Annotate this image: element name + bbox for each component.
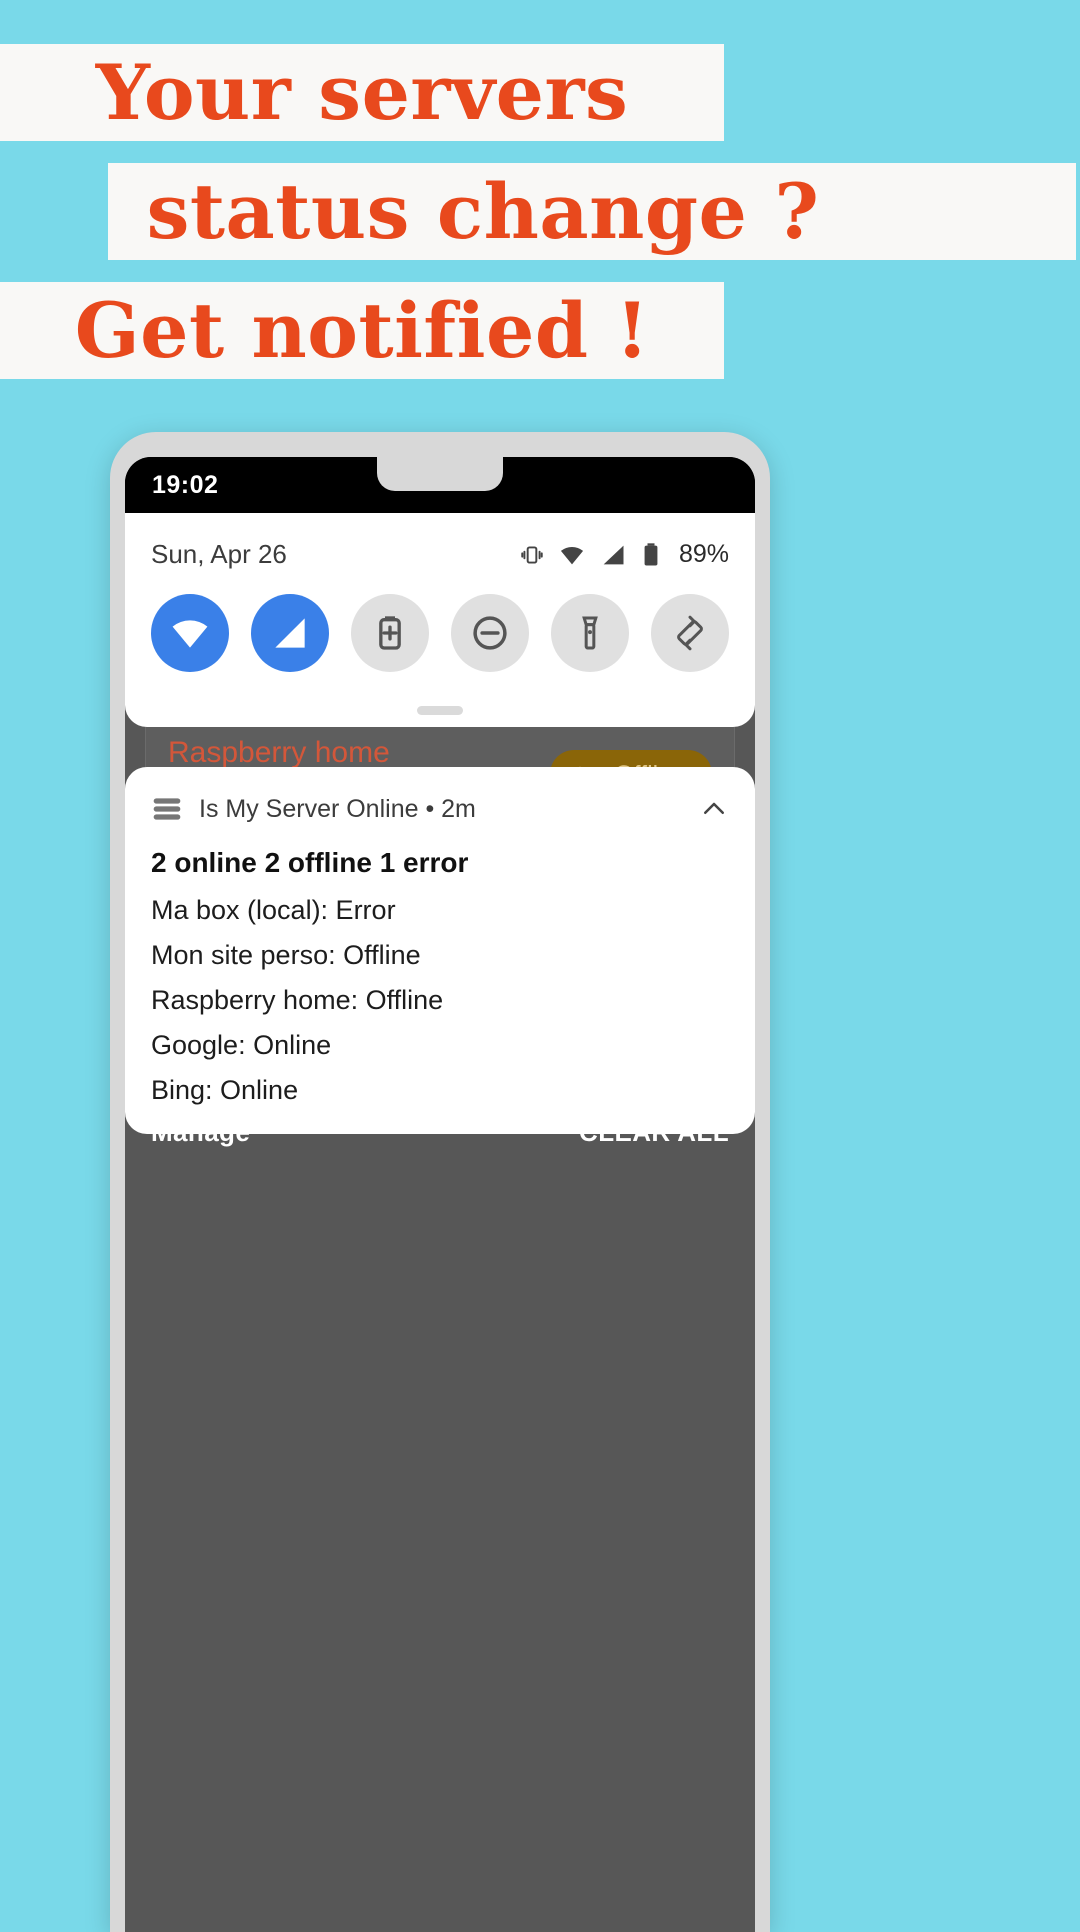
notification-line: Google: Online: [151, 1030, 332, 1060]
rotate-icon: [677, 615, 703, 651]
quick-settings-tiles: [125, 570, 755, 672]
chevron-up-icon[interactable]: [699, 794, 729, 824]
notification-header: Is My Server Online • 2m: [151, 793, 729, 825]
notification-app-name: Is My Server Online • 2m: [199, 794, 476, 823]
wifi-icon: [172, 620, 208, 648]
notification-title: 2 online 2 offline 1 error: [151, 847, 469, 878]
battery-percent-label: 89%: [678, 540, 729, 568]
headline-banner-3: Get notified !: [0, 282, 724, 379]
manage-button[interactable]: Manage: [151, 1117, 250, 1148]
flashlight-tile[interactable]: [551, 594, 629, 672]
mobile-data-tile[interactable]: [251, 594, 329, 672]
battery-saver-tile[interactable]: [351, 594, 429, 672]
battery-icon: [644, 542, 658, 565]
notification-line: Bing: Online: [151, 1075, 299, 1105]
shade-actions: Manage CLEAR ALL: [125, 1117, 755, 1148]
headline-block: Your servers status change ? Get notifie…: [0, 0, 1080, 379]
notification-line: Ma box (local): Error: [151, 895, 396, 925]
wifi-icon: [560, 546, 584, 564]
quick-settings-date: Sun, Apr 26: [151, 539, 287, 569]
notification-card[interactable]: Is My Server Online • 2m 2 online 2 offl…: [125, 767, 755, 1134]
quick-settings-shade: Sun, Apr 26 89%: [125, 513, 755, 727]
auto-rotate-tile[interactable]: [651, 594, 729, 672]
wifi-tile[interactable]: [151, 594, 229, 672]
notification-line: Raspberry home: Offline: [151, 985, 444, 1015]
vibrate-icon: [521, 545, 543, 564]
headline-line-3: Get notified !: [74, 285, 650, 375]
signal-icon: [603, 545, 624, 564]
headline-line-1: Your servers: [95, 47, 629, 137]
phone-mockup: 19:02 Mon site perso .perso.com Sunday, …: [110, 432, 770, 1932]
minus-circle-icon: [473, 616, 507, 650]
do-not-disturb-tile[interactable]: [451, 594, 529, 672]
headline-banner-2: status change ?: [108, 163, 1076, 260]
display-notch: [377, 457, 503, 491]
status-bar-clock: 19:02: [152, 470, 219, 499]
notification-app-row: Is My Server Online • 2m: [151, 793, 476, 825]
clear-all-button[interactable]: CLEAR ALL: [579, 1117, 729, 1148]
headline-line-2: status change ?: [146, 166, 820, 256]
phone-screen: 19:02 Mon site perso .perso.com Sunday, …: [125, 457, 755, 1932]
shade-drag-handle[interactable]: [417, 706, 463, 715]
quick-settings-header: Sun, Apr 26 89%: [125, 513, 755, 570]
flashlight-icon: [582, 616, 598, 650]
signal-icon: [275, 618, 305, 648]
battery-plus-icon: [379, 616, 401, 650]
notification-line: Mon site perso: Offline: [151, 940, 421, 970]
headline-banner-1: Your servers: [0, 44, 724, 141]
server-stack-icon: [153, 798, 181, 820]
status-bar: 19:02: [125, 457, 755, 513]
status-icon-group: 89%: [519, 540, 729, 569]
